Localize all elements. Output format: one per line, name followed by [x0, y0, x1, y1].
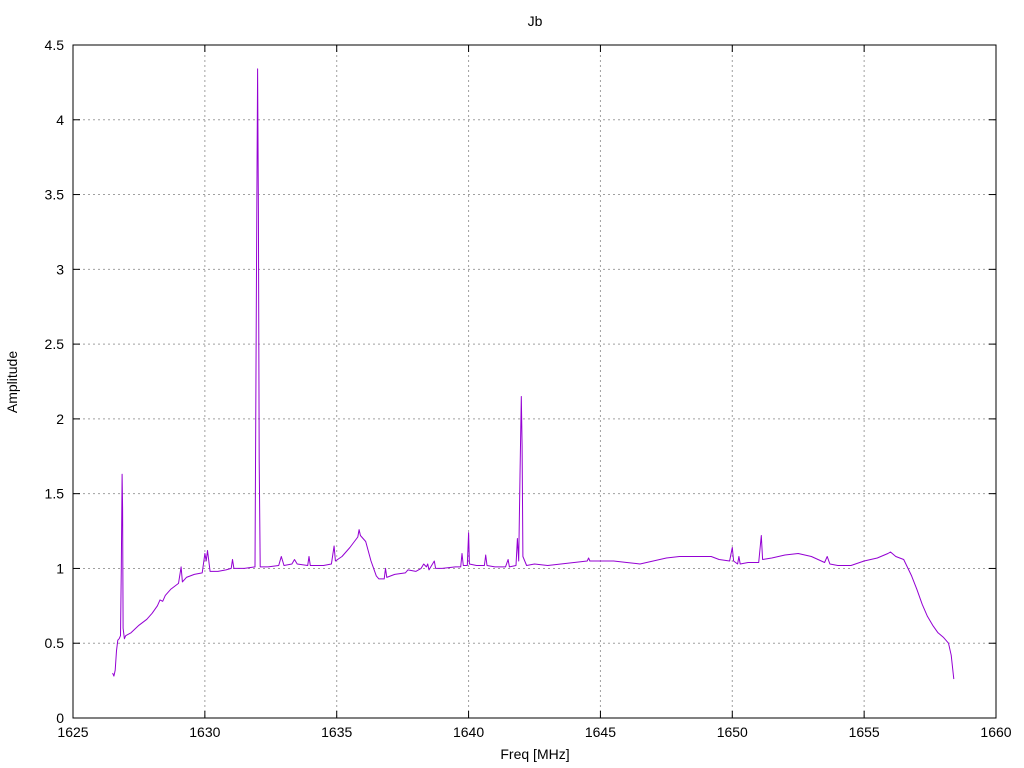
y-tick-label: 2: [56, 411, 64, 427]
x-tick-label: 1645: [585, 724, 616, 740]
grid: [73, 45, 996, 718]
chart-title: Jb: [528, 13, 543, 29]
tick-labels: 1625 1630 1635 1640 1645 1650 1655 1660 0 0.5 1 1.5…: [45, 37, 1012, 740]
y-tick-label: 0: [56, 710, 64, 726]
y-tick-label: 3.5: [45, 187, 65, 203]
x-tick-label: 1640: [453, 724, 484, 740]
y-axis-title: Amplitude: [4, 351, 20, 413]
y-tick-label: 4: [56, 112, 64, 128]
y-tick-label: 0.5: [45, 635, 65, 651]
y-tick-label: 1.5: [45, 486, 65, 502]
x-tick-label: 1660: [980, 724, 1011, 740]
x-axis-title: Freq [MHz]: [500, 746, 569, 762]
ticks: [72, 44, 997, 719]
line-chart: Jb 1625 1630 1635 1640 1645 1650 1655 166000.51…: [4, 13, 1012, 762]
y-tick-label: 3: [56, 261, 64, 277]
y-tick-label: 1: [56, 560, 64, 576]
x-tick-label: 1655: [849, 724, 880, 740]
x-tick-label: 1625: [57, 724, 88, 740]
y-tick-label: 2.5: [45, 336, 65, 352]
x-tick-label: 1635: [321, 724, 352, 740]
series-line: [112, 68, 955, 680]
x-tick-label: 1650: [717, 724, 748, 740]
x-tick-label: 1630: [189, 724, 220, 740]
y-tick-label: 4.5: [45, 37, 65, 53]
plot-frame: [72, 44, 997, 719]
